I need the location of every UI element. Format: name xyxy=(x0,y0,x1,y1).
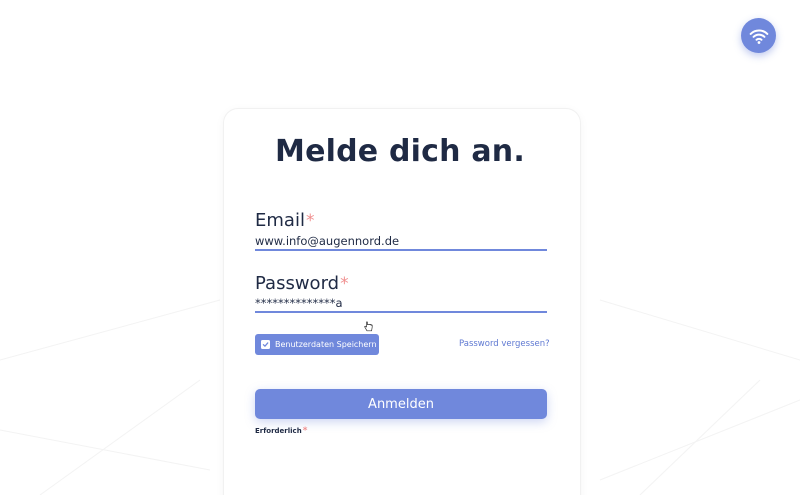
required-note: Erforderlich* xyxy=(255,426,307,436)
forgot-password-link[interactable]: Password vergessen? xyxy=(459,339,550,349)
wifi-status-button[interactable] xyxy=(741,18,776,53)
checkmark-icon xyxy=(262,342,269,347)
hand-cursor-icon xyxy=(364,321,373,332)
password-required-marker: * xyxy=(340,274,349,294)
required-note-marker: * xyxy=(302,426,308,436)
password-field[interactable] xyxy=(255,295,547,313)
password-label: Password* xyxy=(255,273,349,295)
email-label: Email* xyxy=(255,210,314,232)
email-field[interactable] xyxy=(255,233,547,251)
email-label-text: Email xyxy=(255,210,305,231)
login-button[interactable]: Anmelden xyxy=(255,389,547,419)
email-required-marker: * xyxy=(305,211,315,231)
remember-credentials-checkbox[interactable]: Benutzerdaten Speichern xyxy=(255,334,379,355)
required-note-text: Erforderlich xyxy=(255,427,302,435)
checkbox-box xyxy=(261,340,270,349)
remember-credentials-label: Benutzerdaten Speichern xyxy=(275,340,377,349)
wifi-icon xyxy=(749,28,768,44)
page-title: Melde dich an. xyxy=(275,134,525,169)
password-label-text: Password xyxy=(255,273,340,294)
